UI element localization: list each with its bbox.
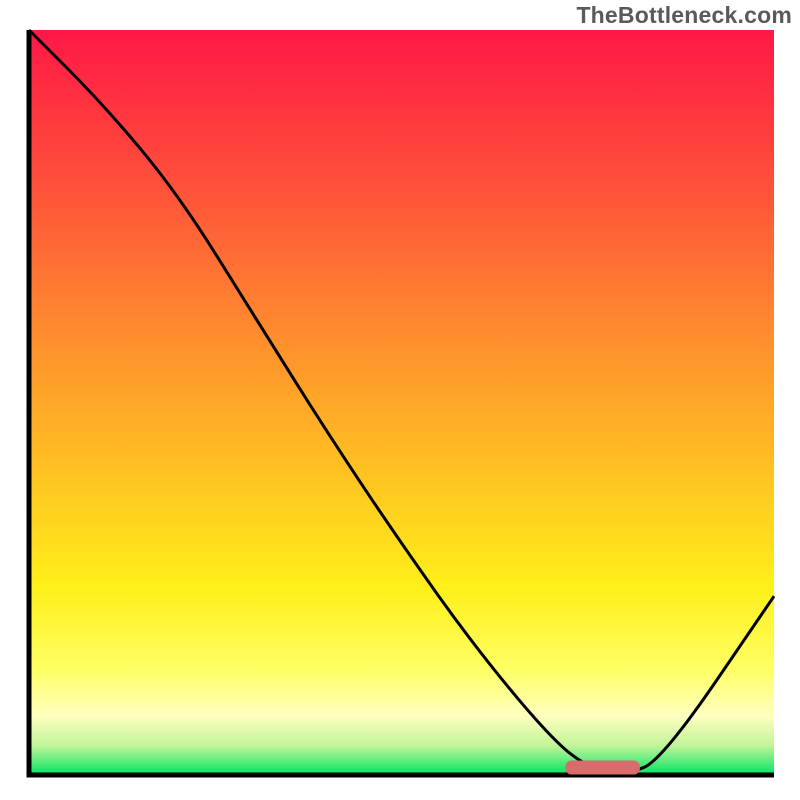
bottleneck-marker [565,761,640,775]
plot-background [29,30,774,775]
chart-container: TheBottleneck.com [0,0,800,800]
bottleneck-chart [0,0,800,800]
watermark-text: TheBottleneck.com [576,2,792,29]
